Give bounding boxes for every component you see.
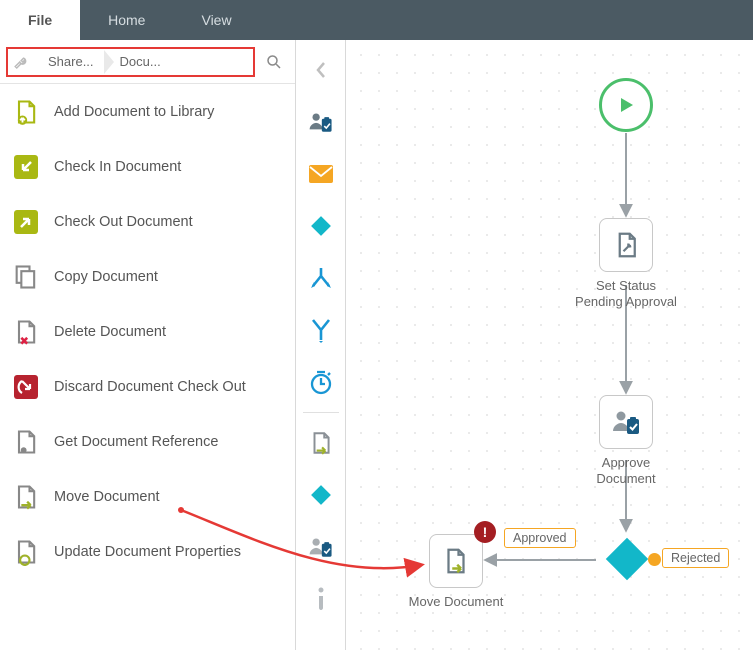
arrow-out-icon <box>12 208 40 236</box>
doc-x-icon <box>12 318 40 346</box>
action-label: Add Document to Library <box>54 104 214 120</box>
doc-up-icon <box>12 98 40 126</box>
workflow-canvas[interactable]: Set Status Pending Approval Approve Docu… <box>346 40 753 650</box>
alert-icon: ! <box>474 521 496 543</box>
decision-node[interactable] <box>602 534 652 584</box>
approve-label: Approve Document <box>571 455 681 488</box>
connector-dot <box>648 553 661 566</box>
wrench-icon <box>12 52 32 72</box>
breadcrumb[interactable]: Share... Docu... <box>6 47 255 77</box>
action-doc-copy[interactable]: Copy Document <box>0 249 295 304</box>
doc-move-icon <box>12 483 40 511</box>
menu-tab-file[interactable]: File <box>0 0 80 40</box>
approved-badge: Approved <box>504 528 576 548</box>
action-arrow-in[interactable]: Check In Document <box>0 139 295 194</box>
crumb-share[interactable]: Share... <box>32 50 104 74</box>
crumb-docu[interactable]: Docu... <box>104 50 171 74</box>
envelope-icon[interactable] <box>296 148 346 200</box>
doc-props-icon <box>12 538 40 566</box>
timer-icon[interactable] <box>296 356 346 408</box>
clipboard-user-icon[interactable] <box>296 96 346 148</box>
chevron-left-icon[interactable] <box>296 44 346 96</box>
split-icon[interactable] <box>296 252 346 304</box>
action-doc-ref[interactable]: Get Document Reference <box>0 414 295 469</box>
merge-icon[interactable] <box>296 304 346 356</box>
action-label: Move Document <box>54 489 160 505</box>
action-discard[interactable]: Discard Document Check Out <box>0 359 295 414</box>
annotation-arrow <box>176 470 456 620</box>
action-doc-up[interactable]: Add Document to Library <box>0 84 295 139</box>
set-status-node[interactable]: Set Status Pending Approval <box>571 218 681 311</box>
menu-tab-view[interactable]: View <box>173 0 259 40</box>
discard-icon <box>12 373 40 401</box>
action-doc-x[interactable]: Delete Document <box>0 304 295 359</box>
doc-go-icon[interactable] <box>296 417 346 469</box>
set-status-label: Set Status Pending Approval <box>571 278 681 311</box>
action-label: Check Out Document <box>54 214 193 230</box>
action-label: Delete Document <box>54 324 166 340</box>
diamond-icon[interactable] <box>296 200 346 252</box>
action-label: Discard Document Check Out <box>54 379 246 395</box>
action-label: Check In Document <box>54 159 181 175</box>
arrow-in-icon <box>12 153 40 181</box>
search-button[interactable] <box>259 47 289 77</box>
action-label: Get Document Reference <box>54 434 218 450</box>
menu-tab-home[interactable]: Home <box>80 0 173 40</box>
doc-copy-icon <box>12 263 40 291</box>
doc-ref-icon <box>12 428 40 456</box>
action-label: Copy Document <box>54 269 158 285</box>
menubar: File Home View <box>0 0 753 40</box>
action-arrow-out[interactable]: Check Out Document <box>0 194 295 249</box>
rejected-badge: Rejected <box>662 548 729 568</box>
start-node[interactable] <box>571 78 681 132</box>
approve-node[interactable]: Approve Document <box>571 395 681 488</box>
